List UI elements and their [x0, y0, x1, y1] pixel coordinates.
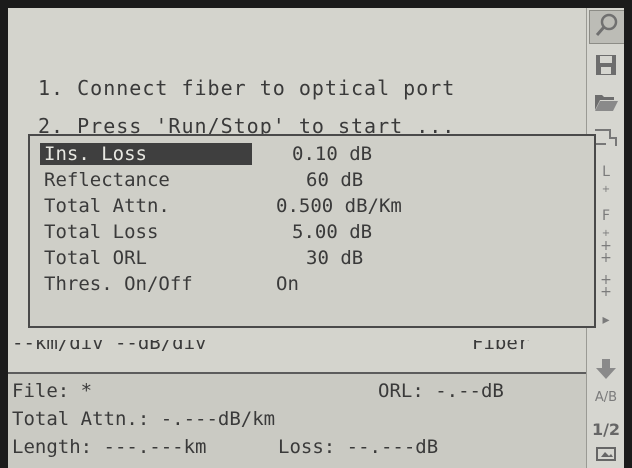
scale-header: --km/div --dB/div Fiber	[8, 340, 586, 368]
setting-label: Total Attn.	[44, 195, 170, 217]
setting-label: Thres. On/Off	[44, 273, 193, 295]
setting-row-total-attn[interactable]: Total Attn. 0.500 dB/Km	[40, 194, 580, 220]
setting-row-threshold-toggle[interactable]: Thres. On/Off On	[40, 272, 580, 298]
setting-row-total-loss[interactable]: Total Loss 5.00 dB	[40, 220, 580, 246]
setting-label: Reflectance	[44, 169, 170, 191]
setting-label: Total ORL	[44, 247, 147, 269]
setting-value: 30 dB	[306, 247, 364, 269]
save-icon[interactable]	[589, 52, 623, 78]
arrow-down-icon[interactable]	[589, 356, 623, 382]
page-indicator-icon[interactable]	[589, 446, 623, 462]
setting-label: Ins. Loss	[40, 143, 252, 165]
setting-value: 60 dB	[306, 169, 364, 191]
setting-label: Total Loss	[44, 221, 159, 243]
page-indicator[interactable]: 1/2	[589, 420, 623, 439]
loss-readout: Loss: --.---dB	[278, 436, 439, 458]
setting-row-total-orl[interactable]: Total ORL 30 dB	[40, 246, 580, 272]
total-attn-readout: Total Attn.: -.---dB/km	[12, 408, 276, 430]
setting-row-ins-loss[interactable]: Ins. Loss 0.10 dB	[40, 142, 580, 168]
results-panel: File: * ORL: -.--dB Total Attn.: -.---dB…	[8, 372, 586, 468]
orl-readout: ORL: -.--dB	[378, 380, 504, 402]
open-folder-icon[interactable]	[589, 88, 623, 114]
instruction-step-1: 1. Connect fiber to optical port	[38, 76, 456, 100]
threshold-settings-popup: Ins. Loss 0.10 dB Reflectance 60 dB Tota…	[28, 134, 596, 328]
setting-value: 0.500 dB/Km	[276, 195, 402, 217]
setting-row-reflectance[interactable]: Reflectance 60 dB	[40, 168, 580, 194]
length-readout: Length: ---.---km	[12, 436, 207, 458]
setting-value: 5.00 dB	[292, 221, 373, 243]
file-label: File: *	[12, 380, 93, 402]
setting-value: 0.10 dB	[292, 143, 373, 165]
search-icon[interactable]	[589, 10, 624, 44]
fiber-label: Fiber	[472, 340, 530, 354]
ab-icon[interactable]: A/B	[589, 390, 623, 405]
setting-value: On	[276, 273, 299, 295]
